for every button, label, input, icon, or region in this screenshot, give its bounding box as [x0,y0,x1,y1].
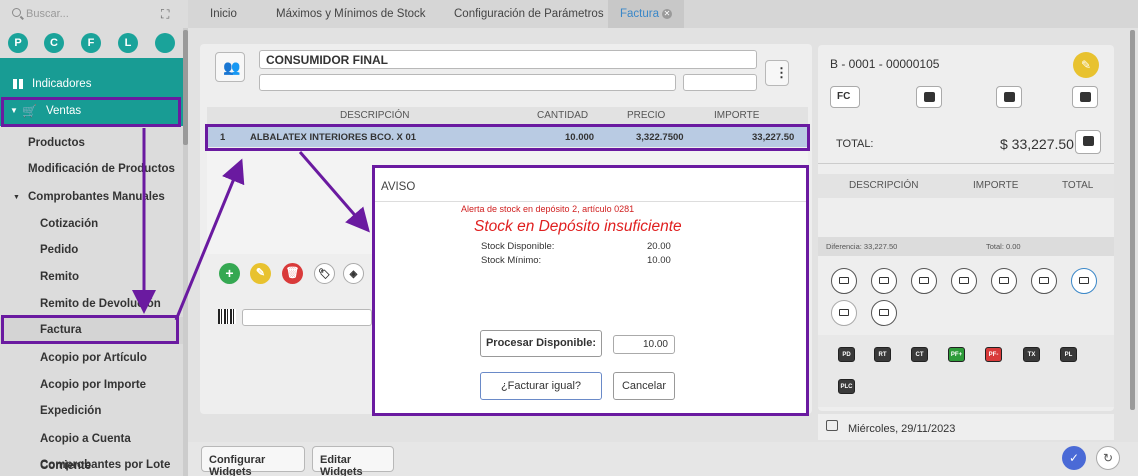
arrow-factura-to-row [174,158,245,321]
arrow-row-to-dialog [298,151,370,233]
annotation-arrows [132,128,370,321]
